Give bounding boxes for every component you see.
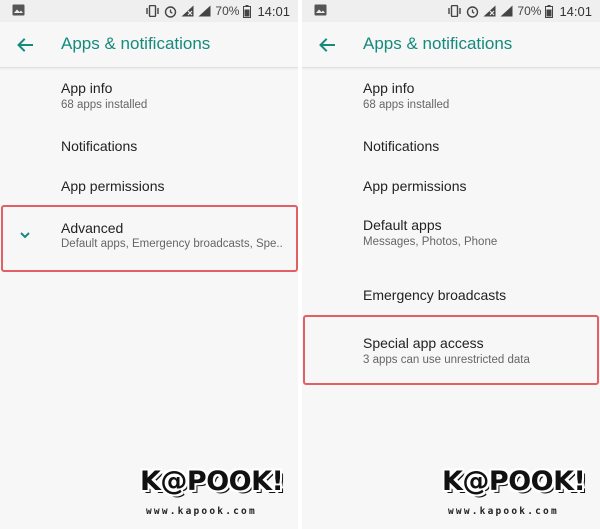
- alarm-icon: [467, 5, 479, 18]
- item-title: App info: [363, 80, 415, 96]
- page-title: Apps & notifications: [61, 34, 211, 53]
- vibrate-icon: [146, 5, 160, 17]
- item-title: Default apps: [363, 217, 442, 233]
- battery-percent: 70%: [215, 4, 240, 18]
- page-title: Apps & notifications: [363, 34, 513, 53]
- signal-icon: [198, 5, 211, 17]
- back-arrow-icon[interactable]: [14, 34, 36, 56]
- left-screen: 70% 14:01 Apps & notifications App info …: [0, 0, 298, 529]
- watermark: K@POOK! www.kapook.com: [442, 466, 592, 522]
- battery-icon: [545, 4, 554, 18]
- status-bar: 70% 14:01: [302, 0, 600, 22]
- highlight-box: [303, 315, 599, 385]
- list-item-app-info[interactable]: App info 68 apps installed: [302, 72, 600, 124]
- item-title: App permissions: [61, 178, 165, 194]
- image-icon: [314, 4, 327, 16]
- watermark-url: www.kapook.com: [448, 506, 559, 517]
- list-item-app-permissions[interactable]: App permissions: [302, 168, 600, 204]
- battery-icon: [243, 4, 252, 18]
- item-title: Notifications: [61, 138, 138, 154]
- back-arrow-icon[interactable]: [316, 34, 338, 56]
- watermark-logo: K@POOK!: [442, 466, 586, 497]
- item-title: Notifications: [363, 138, 440, 154]
- wifi-icon: [181, 5, 194, 17]
- right-screen: 70% 14:01 Apps & notifications App info …: [302, 0, 600, 529]
- list-item-notifications[interactable]: Notifications: [0, 128, 298, 164]
- list-item-app-info[interactable]: App info 68 apps installed: [0, 72, 298, 124]
- vibrate-icon: [448, 5, 462, 17]
- item-subtitle: 68 apps installed: [61, 99, 148, 111]
- app-bar: Apps & notifications: [0, 22, 298, 68]
- item-title: App info: [61, 80, 113, 96]
- watermark-logo: K@POOK!: [140, 466, 284, 497]
- wifi-icon: [483, 5, 496, 17]
- watermark: K@POOK! www.kapook.com: [140, 466, 290, 522]
- highlight-box: [1, 205, 298, 272]
- status-bar: 70% 14:01: [0, 0, 298, 22]
- alarm-icon: [165, 5, 177, 18]
- item-subtitle: Messages, Photos, Phone: [363, 236, 498, 248]
- list-item-app-permissions[interactable]: App permissions: [0, 168, 298, 204]
- signal-icon: [500, 5, 513, 17]
- app-bar: Apps & notifications: [302, 22, 600, 68]
- item-subtitle: 68 apps installed: [363, 99, 450, 111]
- list-item-default-apps[interactable]: Default apps Messages, Photos, Phone: [302, 208, 600, 262]
- list-item-notifications[interactable]: Notifications: [302, 128, 600, 164]
- watermark-url: www.kapook.com: [146, 506, 257, 517]
- image-icon: [12, 4, 25, 16]
- battery-percent: 70%: [517, 4, 542, 18]
- item-title: App permissions: [363, 178, 467, 194]
- clock: 14:01: [257, 3, 290, 19]
- item-title: Emergency broadcasts: [363, 287, 507, 303]
- list-item-emergency-broadcasts[interactable]: Emergency broadcasts: [302, 276, 600, 312]
- clock: 14:01: [559, 3, 592, 19]
